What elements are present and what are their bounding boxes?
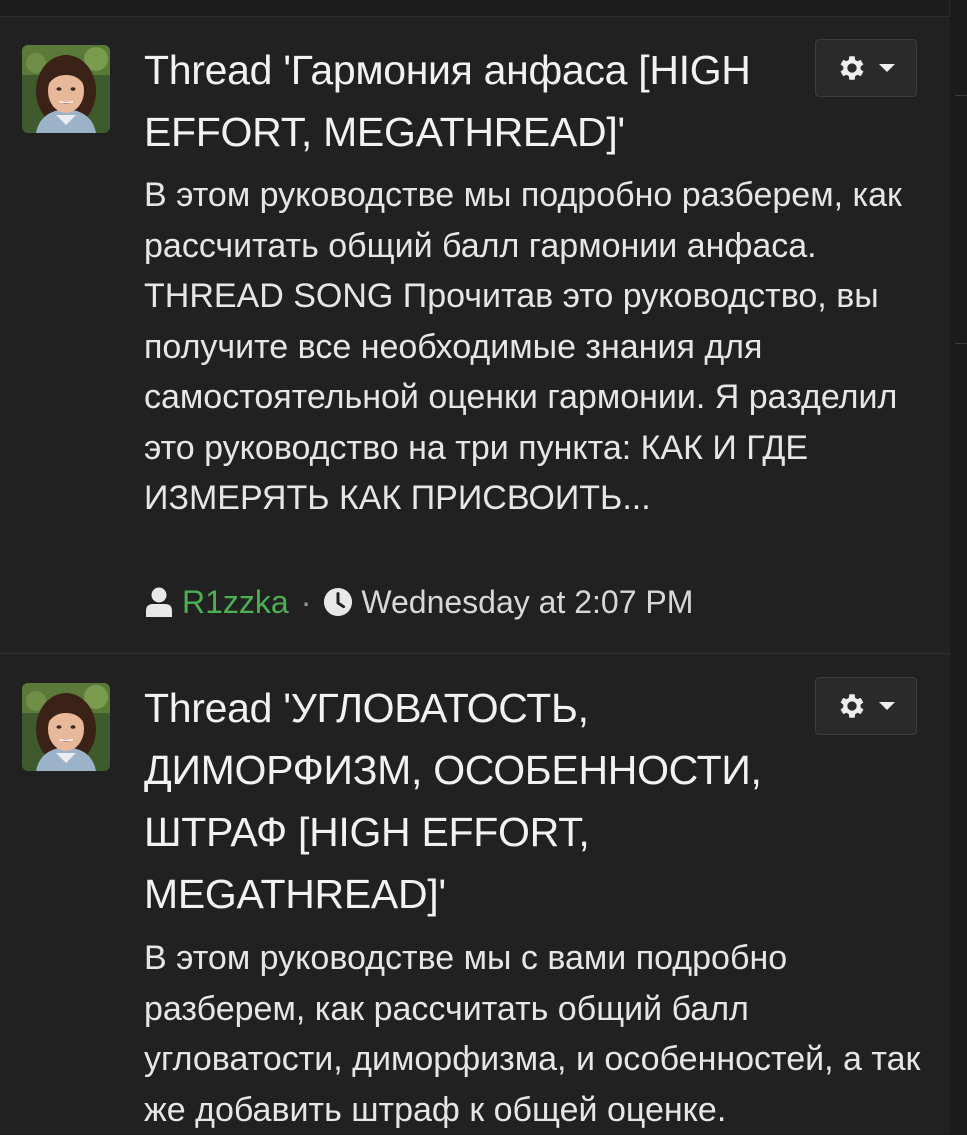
avatar[interactable] — [22, 45, 110, 133]
options-menu-button[interactable] — [815, 677, 917, 735]
thread-title-link[interactable]: Thread 'УГЛОВАТОСТЬ, ДИМОРФИЗМ, ОСОБЕННО… — [144, 677, 804, 925]
chevron-down-icon — [879, 702, 895, 710]
previous-result-edge — [0, 0, 950, 17]
gutter-divider — [955, 95, 967, 96]
avatar-image — [22, 683, 110, 771]
avatar[interactable] — [22, 683, 110, 771]
search-result-item[interactable]: Thread 'УГЛОВАТОСТЬ, ДИМОРФИЗМ, ОСОБЕННО… — [0, 655, 950, 1134]
thread-snippet: В этом руководстве мы с вами подробно ра… — [144, 939, 921, 1129]
meta-separator: · — [300, 583, 312, 620]
avatar-image — [22, 45, 110, 133]
clock-icon — [323, 586, 353, 618]
thread-title-link[interactable]: Thread 'Гармония анфаса [HIGH EFFORT, ME… — [144, 39, 804, 163]
post-date[interactable]: Wednesday at 2:07 PM — [361, 584, 693, 621]
gutter-divider — [955, 343, 967, 344]
thread-snippet: В этом руководстве мы подробно разберем,… — [144, 176, 902, 517]
thread-meta: R1zzka · Wednesday at 2:07 PM — [144, 580, 693, 624]
scrollbar-track[interactable] — [949, 0, 967, 1134]
gear-icon — [840, 694, 864, 718]
author-link[interactable]: R1zzka — [182, 584, 289, 621]
user-icon — [144, 586, 174, 618]
options-menu-button[interactable] — [815, 39, 917, 97]
chevron-down-icon — [879, 64, 895, 72]
gear-icon — [840, 56, 864, 80]
search-result-item[interactable]: Thread 'Гармония анфаса [HIGH EFFORT, ME… — [0, 17, 950, 654]
